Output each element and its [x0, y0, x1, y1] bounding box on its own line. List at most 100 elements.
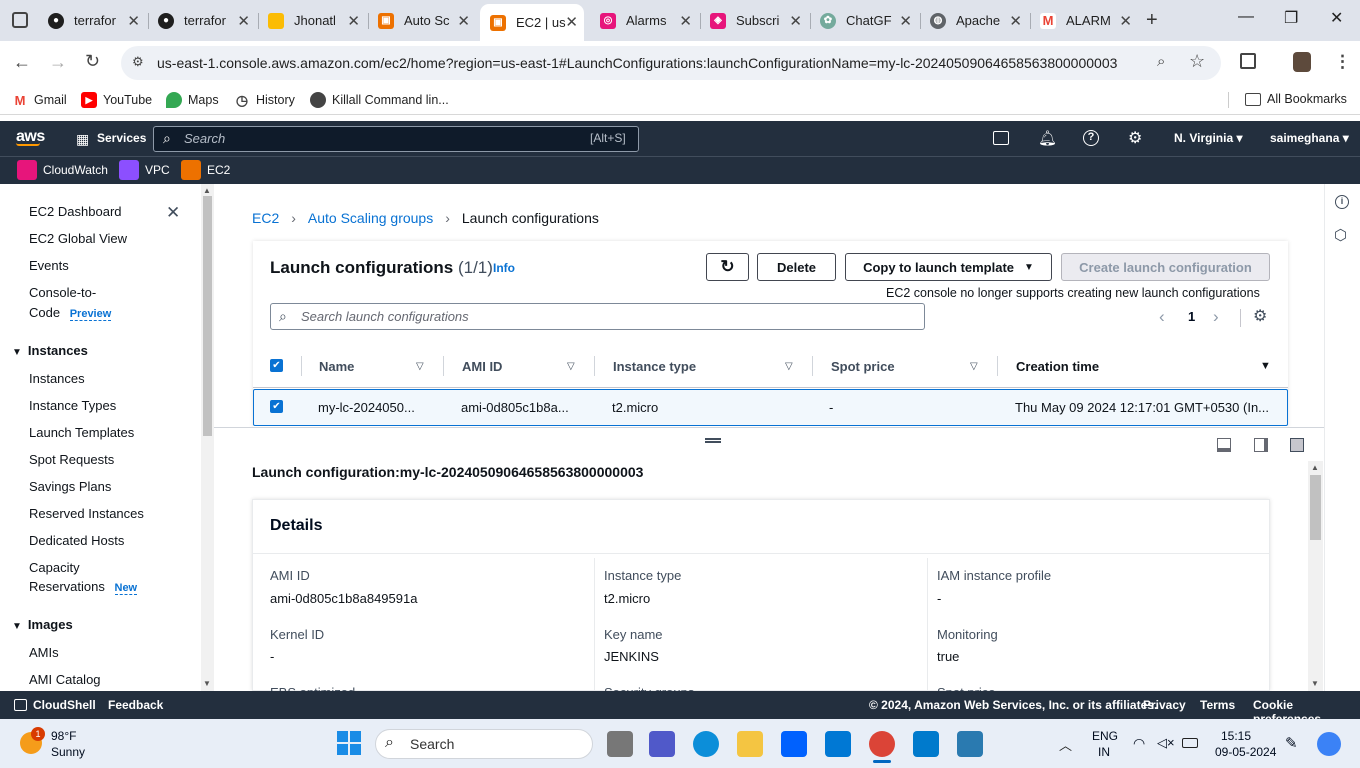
- forward-arrow-icon[interactable]: →: [49, 52, 67, 73]
- sidebar-item-instance-types[interactable]: Instance Types: [29, 398, 116, 413]
- scroll-up-icon[interactable]: ▲: [203, 186, 211, 195]
- resize-handle-icon[interactable]: [705, 438, 721, 443]
- taskbar-search-box[interactable]: [375, 729, 593, 759]
- back-arrow-icon[interactable]: ←: [13, 52, 31, 73]
- copy-to-launch-template-button[interactable]: Copy to launch template ▼: [845, 253, 1052, 281]
- region-selector[interactable]: N. Virginia ▾: [1174, 131, 1243, 145]
- account-menu[interactable]: saimeghana ▾: [1270, 131, 1349, 145]
- vscode-icon[interactable]: [913, 731, 939, 757]
- chevron-up-icon[interactable]: ︿: [1059, 735, 1072, 754]
- bookmark-killall[interactable]: Killall Command lin...: [310, 92, 449, 108]
- column-header-instance-type[interactable]: Instance type: [613, 359, 696, 374]
- column-header-spot-price[interactable]: Spot price: [831, 359, 895, 374]
- footer-terms[interactable]: Terms: [1200, 698, 1235, 712]
- close-icon[interactable]: ✕: [899, 12, 912, 30]
- close-icon[interactable]: ✕: [565, 13, 578, 31]
- sidebar-item-console-to-code-line2[interactable]: Code Preview: [29, 305, 112, 321]
- edge-icon[interactable]: [693, 731, 719, 757]
- sidebar-item-spot-requests[interactable]: Spot Requests: [29, 452, 114, 467]
- bookmark-youtube[interactable]: ▶ YouTube: [81, 92, 152, 108]
- sort-icon[interactable]: ▽: [970, 361, 978, 372]
- column-header-creation-time[interactable]: Creation time: [1016, 359, 1099, 374]
- mail-icon[interactable]: [825, 731, 851, 757]
- browser-tab[interactable]: Jhonatl ✕: [258, 8, 366, 33]
- delete-button[interactable]: Delete: [757, 253, 836, 281]
- dropbox-icon[interactable]: [781, 731, 807, 757]
- new-tab-plus-icon[interactable]: +: [1146, 9, 1158, 32]
- tab-search-icon[interactable]: [12, 12, 28, 28]
- favorite-ec2[interactable]: EC2: [181, 160, 230, 180]
- favorite-vpc[interactable]: VPC: [119, 160, 170, 180]
- close-icon[interactable]: ✕: [1119, 12, 1132, 30]
- split-side-icon[interactable]: [1254, 438, 1268, 452]
- teams-icon[interactable]: [649, 731, 675, 757]
- minimize-icon[interactable]: —: [1238, 8, 1254, 26]
- wifi-icon[interactable]: ◠: [1133, 735, 1145, 752]
- clock-time[interactable]: 15:15: [1221, 729, 1251, 743]
- close-icon[interactable]: ✕: [127, 12, 140, 30]
- aws-search-input[interactable]: [153, 126, 639, 152]
- column-header-name[interactable]: Name: [319, 359, 354, 374]
- sidebar-scroll-thumb[interactable]: [203, 196, 212, 436]
- sort-icon[interactable]: ▽: [567, 361, 575, 372]
- split-fullscreen-icon[interactable]: [1290, 438, 1304, 452]
- reload-icon[interactable]: ↻: [85, 51, 100, 72]
- browser-tab[interactable]: ✿ ChatGF ✕: [810, 8, 918, 33]
- info-panel-icon[interactable]: i: [1335, 195, 1349, 209]
- close-icon[interactable]: ✕: [457, 12, 470, 30]
- sidebar-item-capacity[interactable]: Capacity: [29, 560, 80, 575]
- file-explorer-icon[interactable]: [737, 731, 763, 757]
- details-scroll-thumb[interactable]: [1310, 475, 1321, 540]
- scroll-down-icon[interactable]: ▼: [1311, 679, 1319, 688]
- sidebar-item-reserved-instances[interactable]: Reserved Instances: [29, 506, 144, 521]
- footer-cloudshell[interactable]: CloudShell: [33, 698, 96, 712]
- column-header-ami-id[interactable]: AMI ID: [462, 359, 502, 374]
- sort-desc-icon[interactable]: ▼: [1260, 360, 1271, 372]
- close-icon[interactable]: ✕: [237, 12, 250, 30]
- copilot-icon[interactable]: [1317, 732, 1341, 756]
- sidebar-item-amis[interactable]: AMIs: [29, 645, 59, 660]
- battery-icon[interactable]: [1182, 738, 1198, 748]
- browser-tab[interactable]: ▣ Auto Sc ✕: [368, 8, 476, 33]
- sort-icon[interactable]: ▽: [416, 361, 424, 372]
- cloudshell-icon[interactable]: [14, 699, 27, 711]
- notifications-icon[interactable]: ✎: [1285, 734, 1298, 752]
- bell-icon[interactable]: 🔔︎: [1038, 129, 1057, 147]
- browser-tab[interactable]: ◎ Alarms ✕: [590, 8, 698, 33]
- sidebar-item-savings-plans[interactable]: Savings Plans: [29, 479, 111, 494]
- site-info-icon[interactable]: ⚙: [132, 54, 144, 70]
- browser-tab[interactable]: ● terrafor ✕: [148, 8, 256, 33]
- all-bookmarks[interactable]: All Bookmarks: [1245, 92, 1347, 106]
- close-icon[interactable]: ✕: [347, 12, 360, 30]
- info-link[interactable]: Info: [493, 261, 515, 275]
- sidebar-item-global-view[interactable]: EC2 Global View: [29, 231, 127, 246]
- sidebar-item-instances[interactable]: Instances: [29, 371, 85, 386]
- extensions-icon[interactable]: [1240, 53, 1256, 69]
- next-page-icon[interactable]: ›: [1213, 307, 1219, 327]
- lang-eng[interactable]: ENG: [1092, 729, 1118, 743]
- browser-tab[interactable]: ● terrafor ✕: [38, 8, 146, 33]
- profile-avatar[interactable]: [1293, 52, 1311, 72]
- page-number[interactable]: 1: [1188, 309, 1195, 324]
- browser-tab[interactable]: ◍ Apache ✕: [920, 8, 1028, 33]
- close-icon[interactable]: ✕: [789, 12, 802, 30]
- sidebar-item-ec2-dashboard[interactable]: EC2 Dashboard: [29, 204, 122, 219]
- sidebar-section-images[interactable]: ▼ Images: [12, 617, 73, 632]
- url-text[interactable]: us-east-1.console.aws.amazon.com/ec2/hom…: [157, 55, 1117, 71]
- sidebar-item-capacity-reservations[interactable]: Reservations New: [29, 579, 138, 595]
- refresh-button[interactable]: ↻: [706, 253, 749, 281]
- tools-hexagon-icon[interactable]: ⬡: [1334, 226, 1347, 244]
- star-icon[interactable]: ☆: [1189, 51, 1205, 72]
- sidebar-item-events[interactable]: Events: [29, 258, 69, 273]
- browser-tab[interactable]: ◈ Subscri ✕: [700, 8, 808, 33]
- window-close-icon[interactable]: ✕: [1330, 8, 1343, 28]
- sidebar-item-ami-catalog[interactable]: AMI Catalog: [29, 672, 101, 687]
- browser-tab-active[interactable]: ▣ EC2 | us ✕: [480, 4, 584, 41]
- lang-in[interactable]: IN: [1098, 745, 1110, 759]
- bookmark-gmail[interactable]: M Gmail: [12, 92, 67, 108]
- sidebar-section-instances[interactable]: ▼ Instances: [12, 343, 88, 358]
- bookmark-history[interactable]: ◷ History: [234, 92, 295, 108]
- prev-page-icon[interactable]: ‹: [1159, 307, 1165, 327]
- zoom-icon[interactable]: ⌕: [1157, 53, 1165, 70]
- sidebar-item-launch-templates[interactable]: Launch Templates: [29, 425, 134, 440]
